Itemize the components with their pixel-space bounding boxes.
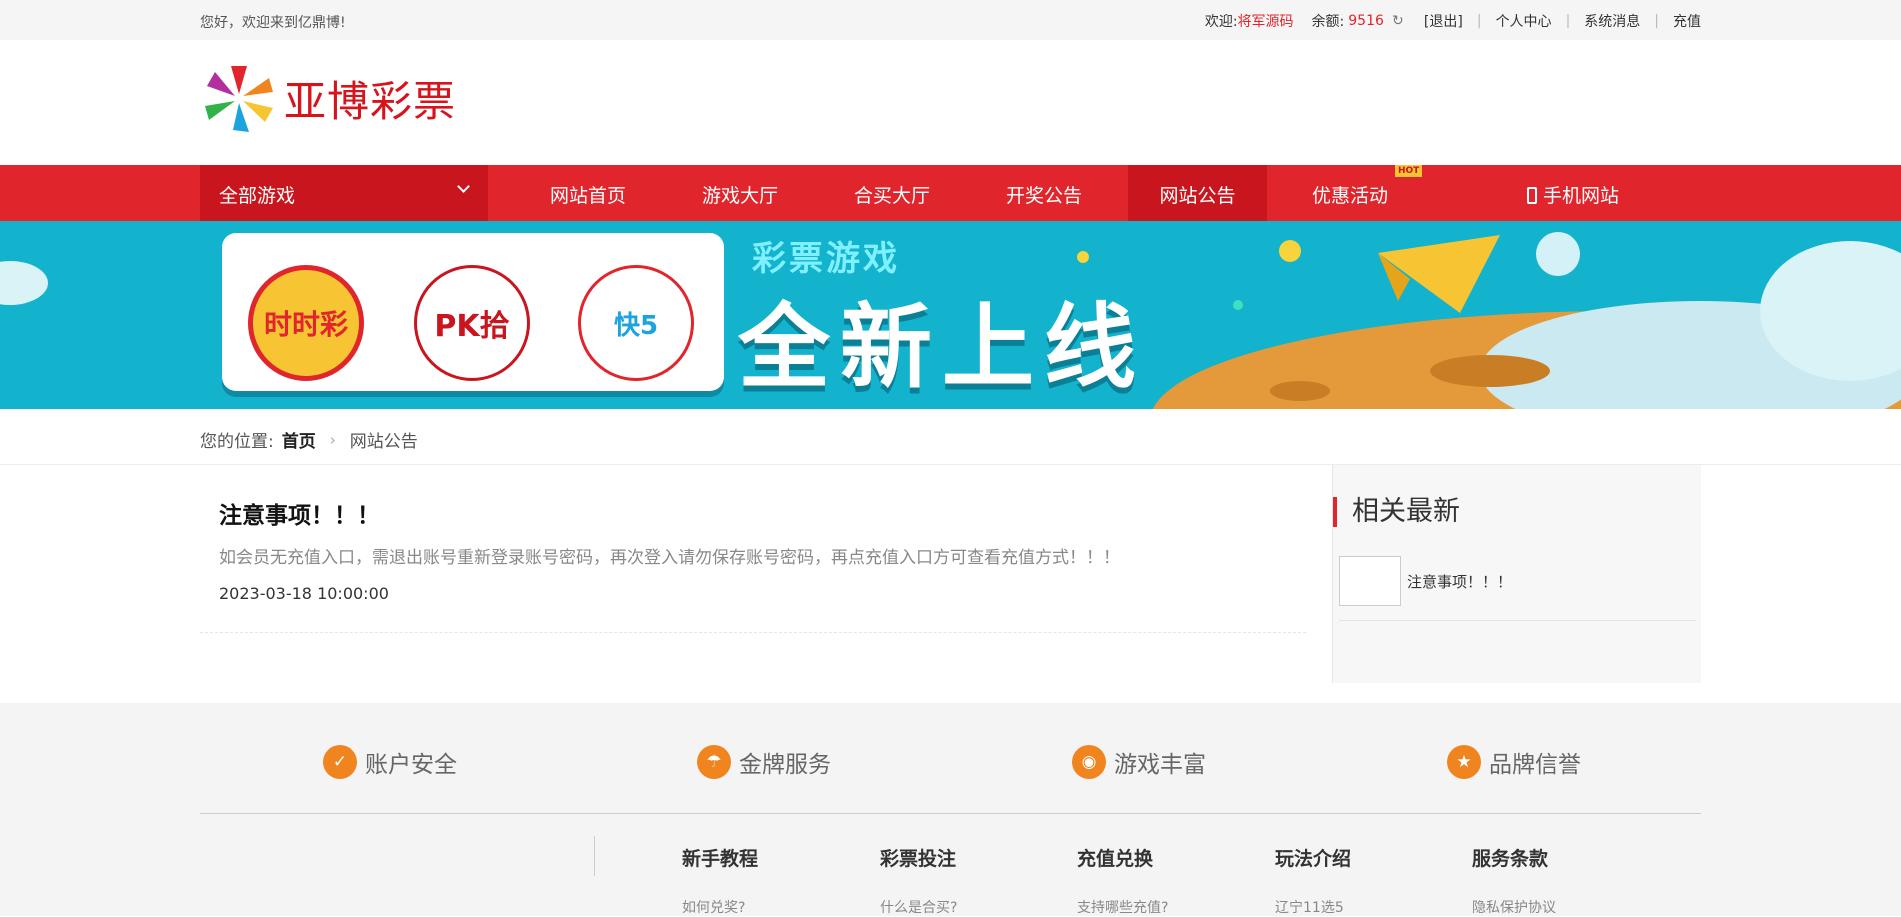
divider bbox=[200, 813, 1701, 814]
nav-label: 合买大厅 bbox=[853, 185, 930, 207]
breadcrumb-current: 网站公告 bbox=[349, 432, 418, 452]
welcome-label: 欢迎: bbox=[1204, 14, 1238, 30]
nav-item-draw-results[interactable]: 开奖公告 bbox=[976, 165, 1112, 221]
shield-icon: ✓ bbox=[323, 745, 357, 779]
footer: ✓ 账户安全 ☂ 金牌服务 ◉ 游戏丰富 ★ 品牌信誉 新手教程 如何兑奖? 彩票投注 … bbox=[0, 703, 1901, 916]
feature-rich-games: ◉ 游戏丰富 bbox=[1072, 745, 1206, 779]
balance-label: 余额: bbox=[1311, 14, 1345, 30]
nav-label: 游戏大厅 bbox=[701, 185, 778, 207]
article-title[interactable]: 注意事项！！！ bbox=[219, 496, 380, 530]
divider: | bbox=[1565, 13, 1571, 29]
sidebar-heading: 相关最新 bbox=[1333, 497, 1460, 527]
breadcrumb-label: 您的位置: bbox=[200, 432, 274, 452]
medal-icon: ★ bbox=[1447, 745, 1481, 779]
related-item-title[interactable]: 注意事项！！！ bbox=[1407, 571, 1512, 592]
divider: | bbox=[1476, 13, 1482, 29]
nav-label: 网站公告 bbox=[1159, 185, 1236, 207]
chevron-down-icon bbox=[457, 180, 470, 193]
related-thumbnail[interactable] bbox=[1339, 556, 1401, 606]
footer-link[interactable]: 支持哪些充值? bbox=[1077, 897, 1168, 917]
nav-label: 优惠活动 bbox=[1311, 185, 1388, 207]
footer-column-terms: 服务条款 隐私保护协议 bbox=[1472, 844, 1556, 917]
divider: | bbox=[1654, 13, 1659, 29]
feature-label: 品牌信誉 bbox=[1489, 752, 1581, 778]
header: 亚博彩票 bbox=[0, 40, 1901, 165]
footer-link[interactable]: 什么是合买? bbox=[880, 897, 957, 917]
site-logo[interactable]: 亚博彩票 bbox=[200, 62, 456, 134]
feature-gold-service: ☂ 金牌服务 bbox=[697, 745, 831, 779]
footer-column-betting: 彩票投注 什么是合买? bbox=[880, 844, 957, 917]
divider bbox=[594, 836, 595, 876]
phone-icon bbox=[1526, 187, 1537, 204]
top-bar: 您好，欢迎来到亿鼎博! 欢迎: 将军源码 余额: 9516 ↻ [退出] | 个… bbox=[0, 0, 1901, 40]
footer-column-tutorial: 新手教程 如何兑奖? bbox=[682, 844, 758, 917]
breadcrumb: 您的位置: 首页 › 网站公告 bbox=[200, 427, 418, 453]
umbrella-icon: ☂ bbox=[697, 745, 731, 779]
footer-link[interactable]: 如何兑奖? bbox=[682, 897, 758, 917]
gamepad-icon: ◉ bbox=[1072, 745, 1106, 779]
user-center-link[interactable]: 个人中心 bbox=[1496, 11, 1552, 31]
all-games-dropdown[interactable]: 全部游戏 bbox=[200, 165, 488, 221]
balance-value: 9516 bbox=[1348, 13, 1384, 29]
nav-item-mobile[interactable]: 手机网站 bbox=[1498, 165, 1648, 221]
banner-title: 全新上线 bbox=[738, 294, 1147, 401]
breadcrumb-home-link[interactable]: 首页 bbox=[282, 427, 316, 452]
nav-label: 开奖公告 bbox=[1005, 185, 1082, 207]
logo-text: 亚博彩票 bbox=[284, 76, 457, 126]
all-games-label: 全部游戏 bbox=[219, 185, 296, 207]
main-nav: 全部游戏 网站首页 游戏大厅 合买大厅 开奖公告 网站公告 优惠活动 HOT 手… bbox=[0, 165, 1901, 221]
feature-label: 游戏丰富 bbox=[1114, 752, 1206, 778]
related-sidebar: 相关最新 注意事项！！！ bbox=[1332, 465, 1701, 683]
badge-k5: 快5 bbox=[578, 265, 694, 381]
badge-pk10: PK拾 bbox=[414, 265, 530, 381]
nav-item-group-buy[interactable]: 合买大厅 bbox=[824, 165, 960, 221]
nav-label: 网站首页 bbox=[549, 185, 626, 207]
column-title: 新手教程 bbox=[682, 848, 759, 870]
article-body: 如会员无充值入口，需退出账号重新登录账号密码，再次登入请勿保存账号密码，再点充值… bbox=[219, 548, 1120, 568]
feature-brand-reputation: ★ 品牌信誉 bbox=[1447, 745, 1581, 779]
lottery-badges-panel: 时时彩 PK拾 快5 bbox=[222, 233, 724, 391]
feature-account-security: ✓ 账户安全 bbox=[323, 745, 457, 779]
feature-label: 账户安全 bbox=[365, 752, 457, 778]
promo-banner[interactable]: 时时彩 PK拾 快5 彩票游戏 全新上线 bbox=[0, 221, 1901, 409]
chevron-right-icon: › bbox=[329, 430, 336, 449]
divider bbox=[200, 632, 1306, 633]
article-date: 2023-03-18 10:00:00 bbox=[219, 584, 389, 603]
badge-ssc: 时时彩 bbox=[248, 265, 364, 381]
column-title: 玩法介绍 bbox=[1275, 848, 1352, 870]
nav-item-game-hall[interactable]: 游戏大厅 bbox=[672, 165, 808, 221]
nav-label: 手机网站 bbox=[1542, 185, 1619, 207]
logo-flower-icon bbox=[205, 66, 273, 132]
nav-item-announcements[interactable]: 网站公告 bbox=[1128, 165, 1267, 221]
footer-link[interactable]: 辽宁11选5 bbox=[1275, 897, 1351, 917]
announcement-article: 注意事项！！！ 如会员无充值入口，需退出账号重新登录账号密码，再次登入请勿保存账… bbox=[200, 465, 1306, 703]
footer-column-rules: 玩法介绍 辽宁11选5 bbox=[1275, 844, 1351, 917]
divider bbox=[1339, 620, 1696, 621]
hot-badge: HOT bbox=[1395, 165, 1423, 177]
nav-item-home[interactable]: 网站首页 bbox=[520, 165, 656, 221]
username-link[interactable]: 将军源码 bbox=[1238, 11, 1294, 31]
column-title: 彩票投注 bbox=[880, 848, 957, 870]
column-title: 服务条款 bbox=[1472, 848, 1549, 870]
messages-link[interactable]: 系统消息 bbox=[1584, 11, 1640, 31]
feature-label: 金牌服务 bbox=[739, 752, 831, 778]
footer-link[interactable]: 隐私保护协议 bbox=[1472, 897, 1556, 917]
user-toolbar: 欢迎: 将军源码 余额: 9516 ↻ [退出] | 个人中心 | 系统消息 |… bbox=[1205, 11, 1701, 31]
recharge-link[interactable]: 充值 bbox=[1673, 11, 1701, 31]
refresh-icon[interactable]: ↻ bbox=[1390, 13, 1406, 29]
footer-column-recharge: 充值兑换 支持哪些充值? bbox=[1077, 844, 1168, 917]
column-title: 充值兑换 bbox=[1077, 848, 1154, 870]
greeting-text: 您好，欢迎来到亿鼎博! bbox=[200, 15, 346, 31]
logout-link[interactable]: [退出] bbox=[1424, 11, 1463, 31]
